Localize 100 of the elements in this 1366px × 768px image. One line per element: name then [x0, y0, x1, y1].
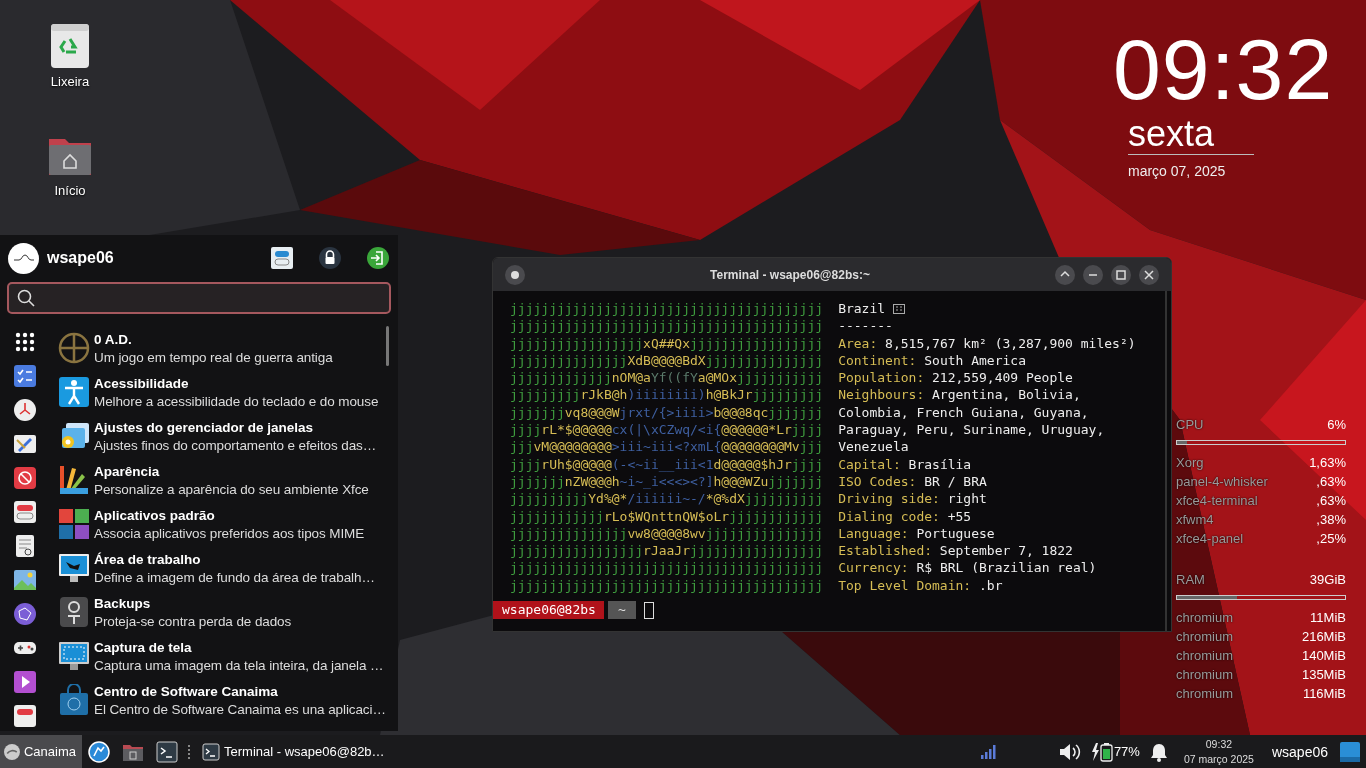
- desktop-square-icon: [1340, 741, 1360, 762]
- app-title: Captura de tela: [94, 639, 193, 655]
- settings-toggle-button[interactable]: [270, 246, 294, 270]
- terminal-icon: [156, 740, 178, 763]
- category-button[interactable]: [13, 704, 37, 728]
- ascii-art-line: jjjjjjjjjjjjj nOM@aYf((fYa@MOxjjjjjjjjjjj: [510, 369, 824, 387]
- app-item[interactable]: Centro de Software Canaima El Centro de Software Canaima es una aplicaci…: [50, 678, 398, 722]
- taskbar-time[interactable]: 09:32: [1205, 736, 1233, 752]
- settings-toggle-icon: [270, 246, 294, 270]
- info-line: Currency: R$ BRL (Brazilian real): [838, 559, 1098, 577]
- accessibility-icon: [58, 376, 90, 408]
- ascii-art-line: jjjjjjj nZW@@@h~i~_i<<<><?]h@@@WZujjjjjjj: [510, 472, 824, 491]
- logout-icon: [366, 246, 390, 270]
- ascii-art-line: jjjjjjjjjjjjjjjjjjjjjjjjjjjjjjjjjjjjjjjj: [510, 559, 824, 577]
- process-usage: 216MiB: [1301, 629, 1346, 644]
- user-button[interactable]: wsape06: [1265, 735, 1334, 768]
- browser-icon: [88, 740, 110, 763]
- maximize-button[interactable]: [1111, 264, 1131, 285]
- desktop-icon-label[interactable]: Início: [54, 183, 86, 198]
- app-item[interactable]: Captura de tela Captura uma imagem da tela inteira, da janela …: [50, 634, 398, 678]
- info-line: Area: 8,515,767 km² (3,287,900 miles²): [838, 334, 1137, 352]
- monitor-label: CPU: [1176, 417, 1204, 432]
- search-field[interactable]: [7, 282, 391, 314]
- app-item[interactable]: Aparência Personalize a aparência do seu ambiente Xfce: [50, 458, 398, 502]
- app-title: Aplicativos padrão: [94, 507, 216, 523]
- process-name: xfwm4: [1176, 512, 1214, 527]
- app-item[interactable]: Aplicativos padrão Associa aplicativos preferidos aos tipos MIME: [50, 502, 398, 546]
- start-menu-button[interactable]: Canaima: [0, 735, 82, 768]
- category-button[interactable]: [13, 398, 37, 422]
- app-title: Acessibilidade: [94, 375, 190, 391]
- backup-icon: [58, 596, 90, 628]
- color-swatches-icon: [58, 464, 90, 496]
- app-description: Melhore a acessibilidade do teclado e do mouse: [94, 393, 379, 409]
- app-title: Centro de Software Canaima: [94, 683, 279, 699]
- app-description: Define a imagem de fundo da área de trabalh…: [94, 569, 375, 585]
- info-line: Established: September 7, 1822: [838, 542, 1074, 560]
- category-button[interactable]: [13, 330, 37, 354]
- info-line: Dialing code: +55: [838, 507, 973, 525]
- flag-glyph-icon: [893, 303, 906, 314]
- play-icon: [13, 670, 37, 694]
- app-item[interactable]: 0 A.D. Um jogo em tempo real de guerra antiga: [50, 326, 398, 370]
- battery-button[interactable]: 77%: [1086, 735, 1144, 768]
- image-icon: [13, 568, 37, 592]
- avatar-curve-icon: [12, 253, 35, 263]
- taskbar-date[interactable]: 07 março 2025: [1183, 751, 1254, 767]
- ascii-art-line: jjjj rUh$@@@@@(-<~ii__iii<1d@@@@@$hJrjjjj: [510, 455, 824, 473]
- scrollbar-track[interactable]: [1165, 291, 1167, 631]
- task-button[interactable]: Terminal - wsape06@82b…: [196, 735, 391, 768]
- maximize-icon: [1115, 268, 1127, 281]
- app-description: Ajustes finos do comportamento e efeitos das…: [94, 437, 377, 453]
- ascii-art-line: jjjjjjjjjjjjjjjjjjjjjjjjjjjjjjjjjjjjjjjj: [510, 317, 824, 335]
- logout-button[interactable]: [366, 246, 390, 270]
- info-line: Driving side: right: [838, 490, 988, 508]
- app-description: Captura uma imagem da tela inteira, da janela …: [94, 657, 384, 673]
- category-button[interactable]: [13, 364, 37, 388]
- ascii-art-line: jjjjjjjjjjYd%@*/iiiiii~-/*@%dXjjjjjjjjjj: [510, 490, 824, 508]
- category-button[interactable]: [13, 568, 37, 592]
- process-usage: 135MiB: [1301, 667, 1346, 682]
- app-description: Associa aplicativos preferidos aos tipos MIME: [94, 525, 365, 541]
- process-name: chromium: [1176, 667, 1234, 682]
- dot-icon: [511, 270, 519, 279]
- window-menu-button[interactable]: [505, 264, 525, 285]
- close-icon: [1143, 268, 1155, 281]
- process-usage: 116MiB: [1302, 686, 1346, 701]
- user-avatar[interactable]: [8, 242, 39, 274]
- window-title: Terminal - wsape06@82bs:~: [709, 267, 871, 282]
- scrollbar-thumb[interactable]: [386, 326, 389, 366]
- app-description: Personalize a aparência do seu ambiente Xfce: [94, 481, 369, 497]
- category-button[interactable]: [13, 466, 37, 490]
- category-button[interactable]: [13, 534, 37, 558]
- monitor-label: RAM: [1176, 572, 1205, 587]
- app-title: Backups: [94, 595, 152, 611]
- category-button[interactable]: [13, 670, 37, 694]
- lock-button[interactable]: [318, 246, 342, 270]
- process-usage: ,63%: [1316, 474, 1346, 489]
- distro-logo-icon: [4, 741, 20, 762]
- minimize-button[interactable]: [1083, 264, 1103, 285]
- category-button[interactable]: [13, 432, 37, 456]
- info-line: Continent: South America: [838, 351, 1027, 370]
- ascii-art-line: jjjjjjjjjjjjjjjjjjjjjjjjjjjjjjjjjjjjjjjj: [510, 576, 824, 595]
- category-button[interactable]: [13, 500, 37, 524]
- app-item[interactable]: Acessibilidade Melhore a acessibilidade do teclado e do mouse: [50, 370, 398, 414]
- app-description: Um jogo em tempo real de guerra antiga: [94, 349, 333, 365]
- close-button[interactable]: [1139, 264, 1159, 285]
- app-item[interactable]: Backups Proteja-se contra perda de dados: [50, 590, 398, 634]
- prompt-user-host: wsape06@82bs: [493, 601, 604, 620]
- process-name: chromium: [1176, 629, 1234, 644]
- desktop-icon-label[interactable]: Lixeira: [50, 74, 90, 89]
- screenshot-monitor-icon: [58, 640, 90, 672]
- ascii-art-line: jjjj rL*$@@@@@cx(|\xCZwq/<i{@@@@@@*Lrjjjj: [510, 421, 824, 439]
- shopping-bag-icon: [58, 684, 90, 716]
- app-item[interactable]: Área de trabalho Define a imagem de fundo da área de trabalh…: [50, 546, 398, 590]
- process-name: xfce4-terminal: [1176, 493, 1258, 508]
- ascii-art-line: jjjjjjjjjjjj rLo$WQnttnQW$oLrjjjjjjjjjjjj: [510, 507, 824, 525]
- info-line: Language: Portuguese: [838, 524, 996, 543]
- process-usage: 140MiB: [1301, 648, 1346, 663]
- search-icon: [17, 289, 35, 307]
- shade-button[interactable]: [1055, 264, 1075, 285]
- app-item[interactable]: Ajustes do gerenciador de janelas Ajustes finos do comportamento e efeitos das…: [50, 414, 398, 458]
- process-name: chromium: [1176, 648, 1234, 663]
